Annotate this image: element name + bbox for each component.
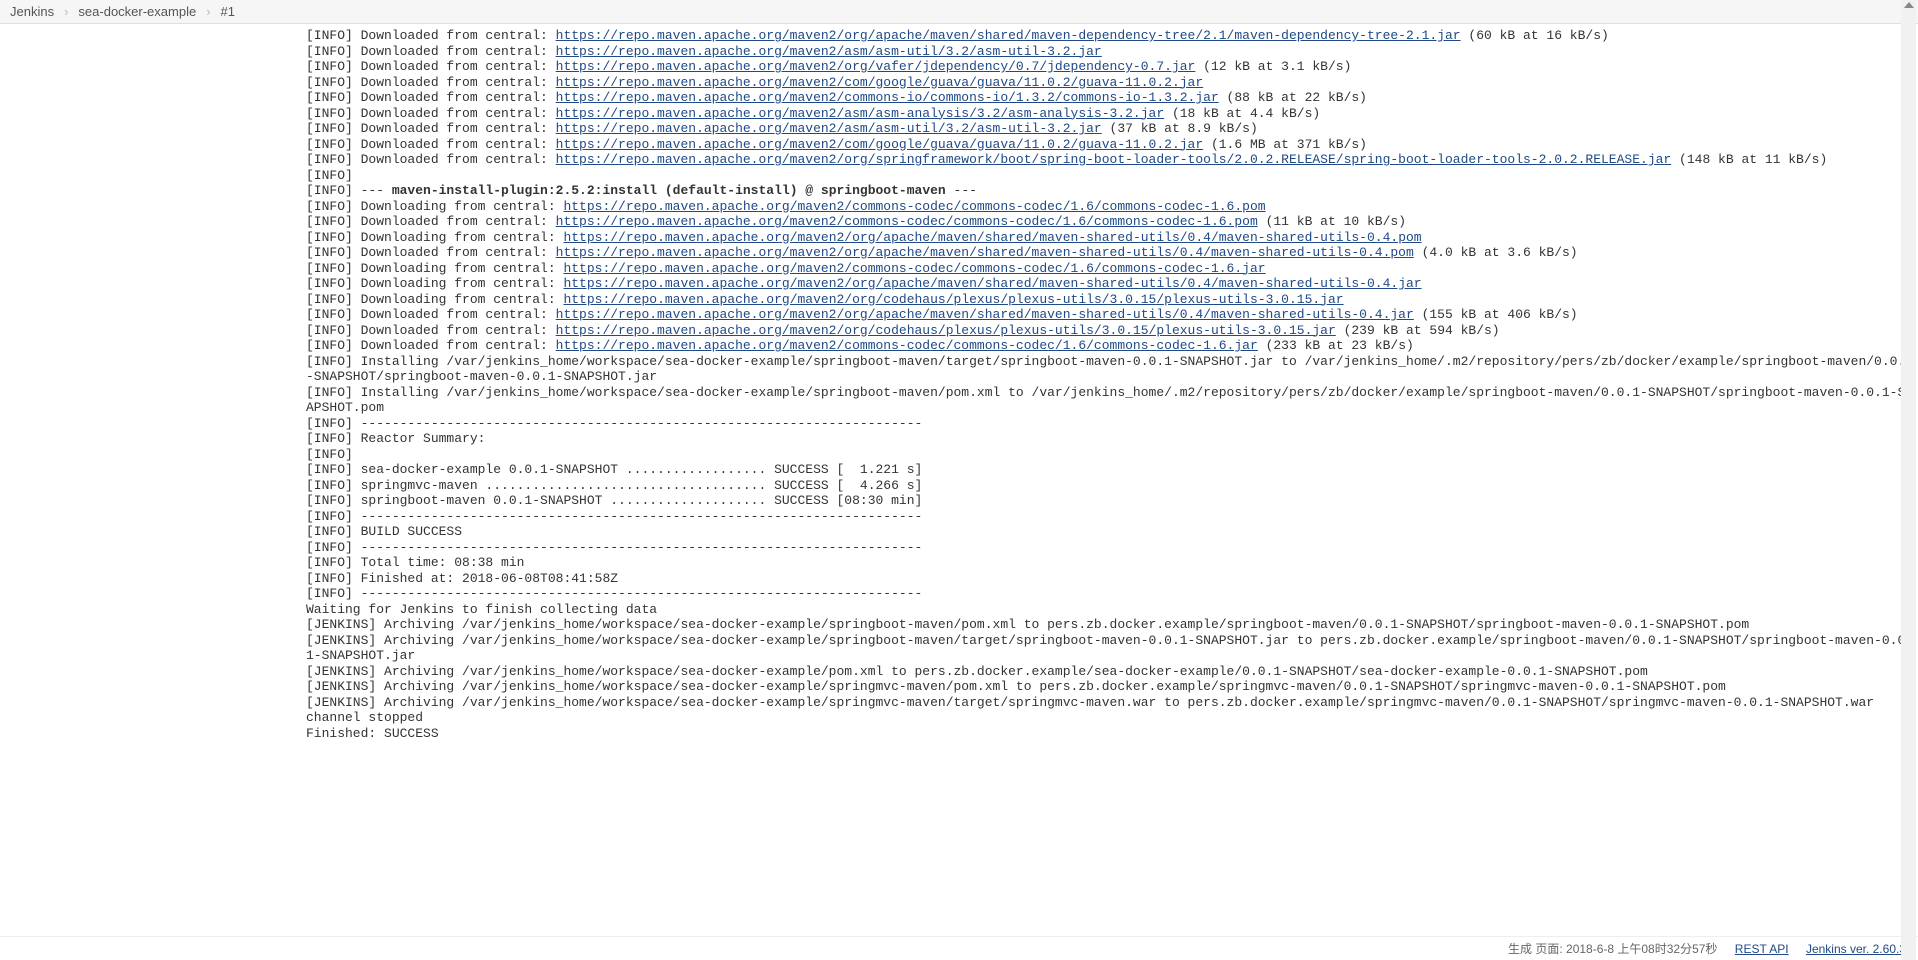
breadcrumb-build[interactable]: #1 — [221, 4, 235, 19]
download-url[interactable]: https://repo.maven.apache.org/maven2/asm… — [556, 121, 1102, 136]
log-line: [JENKINS] Archiving /var/jenkins_home/wo… — [306, 633, 1918, 664]
breadcrumb-separator: › — [64, 4, 68, 19]
download-url[interactable]: https://repo.maven.apache.org/maven2/org… — [556, 245, 1414, 260]
download-url[interactable]: https://repo.maven.apache.org/maven2/org… — [556, 307, 1414, 322]
log-line: [INFO] Downloading from central: https:/… — [306, 261, 1918, 277]
breadcrumb-job[interactable]: sea-docker-example — [78, 4, 196, 19]
log-line: [INFO] Downloaded from central: https://… — [306, 28, 1918, 44]
log-line: [INFO] Downloading from central: https:/… — [306, 199, 1918, 215]
log-line: [INFO] Downloading from central: https:/… — [306, 276, 1918, 292]
log-line: [JENKINS] Archiving /var/jenkins_home/wo… — [306, 695, 1918, 711]
log-line: [JENKINS] Archiving /var/jenkins_home/wo… — [306, 617, 1918, 633]
download-url[interactable]: https://repo.maven.apache.org/maven2/org… — [563, 276, 1421, 291]
scroll-up-icon[interactable] — [1904, 2, 1914, 8]
log-line: [INFO] ---------------------------------… — [306, 586, 1918, 602]
log-line: [INFO] Downloaded from central: https://… — [306, 137, 1918, 153]
breadcrumb: Jenkins › sea-docker-example › #1 — [0, 0, 1918, 24]
log-line: [INFO] Downloaded from central: https://… — [306, 106, 1918, 122]
log-line: [INFO] — [306, 447, 1918, 463]
download-url[interactable]: https://repo.maven.apache.org/maven2/com… — [556, 338, 1258, 353]
log-line: channel stopped — [306, 710, 1918, 726]
download-url[interactable]: https://repo.maven.apache.org/maven2/org… — [563, 292, 1343, 307]
download-url[interactable]: https://repo.maven.apache.org/maven2/org… — [556, 28, 1461, 43]
log-line: [INFO] Downloaded from central: https://… — [306, 59, 1918, 75]
log-line: [INFO] springmvc-maven .................… — [306, 478, 1918, 494]
log-line: [INFO] Downloaded from central: https://… — [306, 152, 1918, 168]
log-line: [INFO] Downloaded from central: https://… — [306, 75, 1918, 91]
footer: 生成 页面: 2018-6-8 上午08时32分57秒 REST API Jen… — [0, 936, 1918, 960]
log-line: [INFO] — [306, 168, 1918, 184]
log-line: [INFO] Downloaded from central: https://… — [306, 44, 1918, 60]
log-line: [INFO] Downloaded from central: https://… — [306, 338, 1918, 354]
log-line: [INFO] Installing /var/jenkins_home/work… — [306, 354, 1918, 385]
download-url[interactable]: https://repo.maven.apache.org/maven2/org… — [563, 230, 1421, 245]
log-line: [INFO] Reactor Summary: — [306, 431, 1918, 447]
breadcrumb-separator: › — [206, 4, 210, 19]
download-url[interactable]: https://repo.maven.apache.org/maven2/com… — [563, 261, 1265, 276]
log-line: [INFO] BUILD SUCCESS — [306, 524, 1918, 540]
download-url[interactable]: https://repo.maven.apache.org/maven2/com… — [556, 75, 1204, 90]
log-line: [INFO] ---------------------------------… — [306, 540, 1918, 556]
download-url[interactable]: https://repo.maven.apache.org/maven2/org… — [556, 152, 1672, 167]
download-url[interactable]: https://repo.maven.apache.org/maven2/com… — [556, 214, 1258, 229]
log-line: [INFO] ---------------------------------… — [306, 416, 1918, 432]
log-line: [JENKINS] Archiving /var/jenkins_home/wo… — [306, 664, 1918, 680]
jenkins-version-link[interactable]: Jenkins ver. 2.60.3 — [1806, 942, 1906, 956]
log-line: [INFO] ---------------------------------… — [306, 509, 1918, 525]
download-url[interactable]: https://repo.maven.apache.org/maven2/com… — [563, 199, 1265, 214]
log-line: [JENKINS] Archiving /var/jenkins_home/wo… — [306, 679, 1918, 695]
log-line: [INFO] --- maven-install-plugin:2.5.2:in… — [306, 183, 1918, 199]
download-url[interactable]: https://repo.maven.apache.org/maven2/asm… — [556, 44, 1102, 59]
download-url[interactable]: https://repo.maven.apache.org/maven2/com… — [556, 90, 1219, 105]
log-line: Waiting for Jenkins to finish collecting… — [306, 602, 1918, 618]
log-line: [INFO] Total time: 08:38 min — [306, 555, 1918, 571]
log-line: [INFO] Downloaded from central: https://… — [306, 323, 1918, 339]
plugin-header: maven-install-plugin:2.5.2:install (defa… — [392, 183, 946, 198]
breadcrumb-jenkins[interactable]: Jenkins — [10, 4, 54, 19]
console-output: [INFO] Downloaded from central: https://… — [0, 24, 1918, 761]
download-url[interactable]: https://repo.maven.apache.org/maven2/asm… — [556, 106, 1165, 121]
generated-timestamp: 生成 页面: 2018-6-8 上午08时32分57秒 — [1508, 942, 1717, 956]
download-url[interactable]: https://repo.maven.apache.org/maven2/org… — [556, 323, 1336, 338]
log-line: [INFO] Downloaded from central: https://… — [306, 90, 1918, 106]
log-line: [INFO] Installing /var/jenkins_home/work… — [306, 385, 1918, 416]
log-line: [INFO] Downloaded from central: https://… — [306, 307, 1918, 323]
log-line: [INFO] Downloaded from central: https://… — [306, 121, 1918, 137]
download-url[interactable]: https://repo.maven.apache.org/maven2/org… — [556, 59, 1196, 74]
log-line: [INFO] Downloaded from central: https://… — [306, 214, 1918, 230]
download-url[interactable]: https://repo.maven.apache.org/maven2/com… — [556, 137, 1204, 152]
log-line: [INFO] Downloading from central: https:/… — [306, 292, 1918, 308]
log-line: [INFO] Finished at: 2018-06-08T08:41:58Z — [306, 571, 1918, 587]
log-line: Finished: SUCCESS — [306, 726, 1918, 742]
log-line: [INFO] springboot-maven 0.0.1-SNAPSHOT .… — [306, 493, 1918, 509]
log-line: [INFO] Downloaded from central: https://… — [306, 245, 1918, 261]
log-line: [INFO] Downloading from central: https:/… — [306, 230, 1918, 246]
rest-api-link[interactable]: REST API — [1735, 942, 1789, 956]
log-line: [INFO] sea-docker-example 0.0.1-SNAPSHOT… — [306, 462, 1918, 478]
scrollbar-track[interactable] — [1901, 0, 1916, 960]
